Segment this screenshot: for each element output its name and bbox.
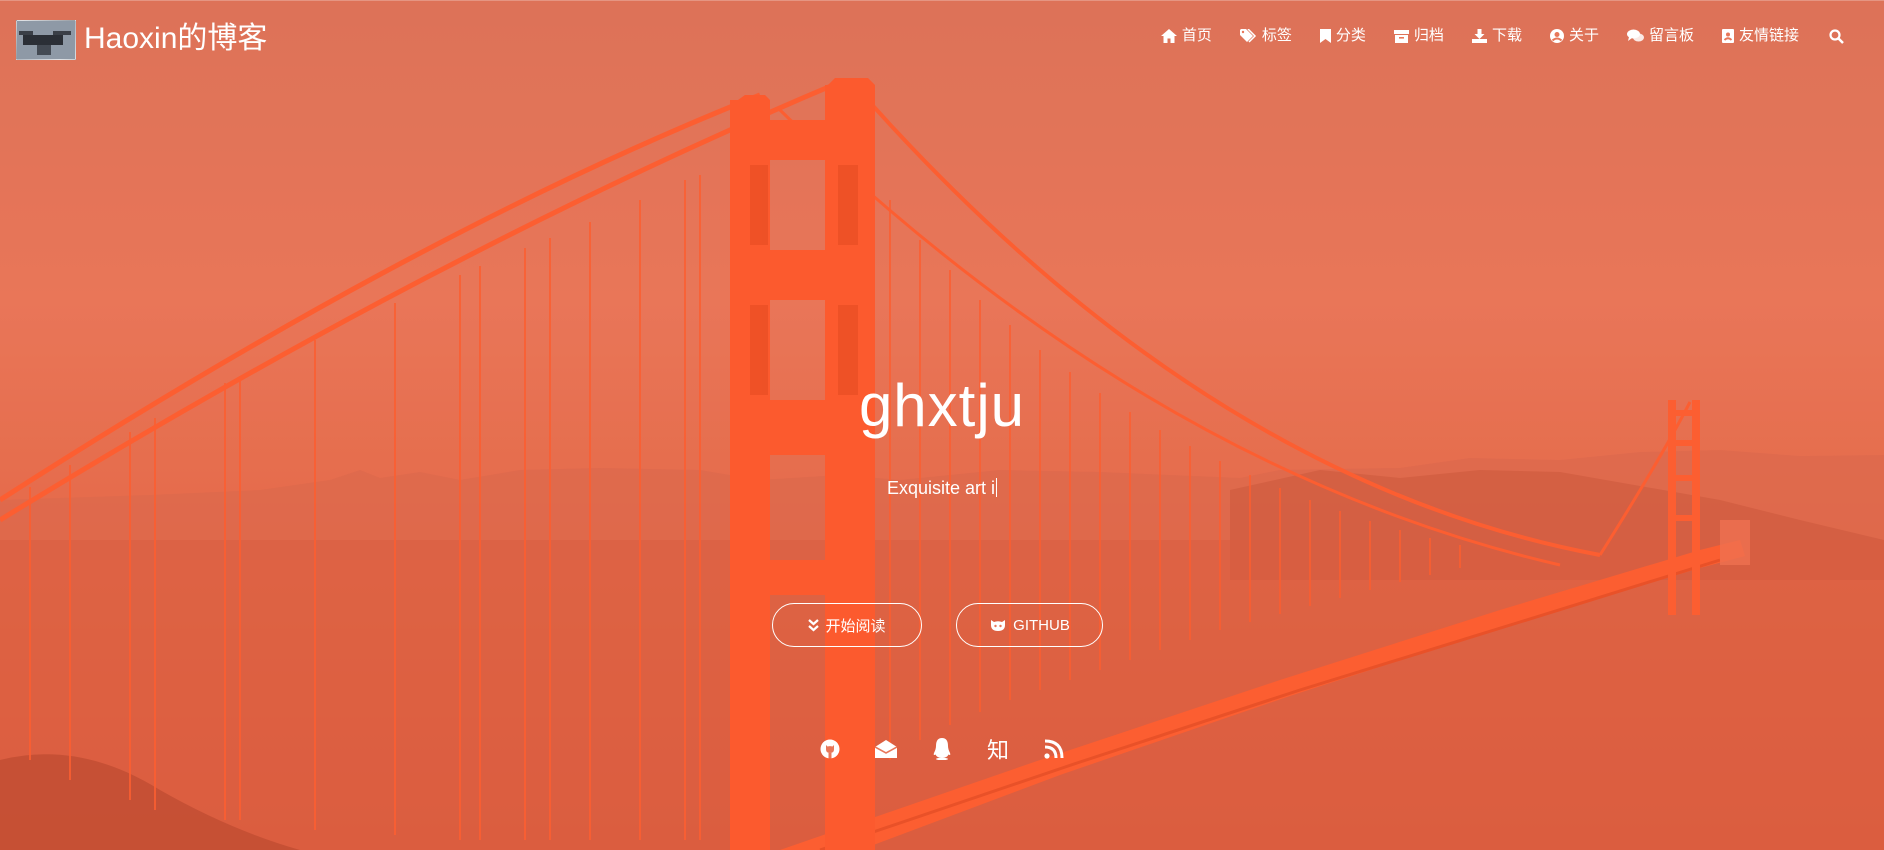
nav-item-guestbook[interactable]: 留言板 [1626,25,1694,47]
download-icon [1471,29,1487,43]
hero-tagline: Exquisite art i [0,476,1884,500]
github-icon [820,739,840,759]
nav-item-download[interactable]: 下载 [1471,25,1522,47]
nav-item-label: 分类 [1335,27,1366,44]
hero-headline: ghxtju [858,372,1026,439]
github-octocat-icon [991,620,1006,631]
qq-link[interactable] [929,735,955,763]
main-nav: 首页 标签 分类 归档 下载 关于 留言板 友情链接 [1133,25,1844,47]
nav-item-label: 友情链接 [1738,27,1799,44]
bookmark-icon [1319,29,1331,43]
nav-item-categories[interactable]: 分类 [1319,25,1366,47]
nav-item-tags[interactable]: 标签 [1239,25,1292,47]
site-logo[interactable] [16,20,76,60]
nav-item-label: 归档 [1413,27,1444,44]
zhihu-link[interactable]: 知 [985,735,1011,763]
qq-icon [933,738,951,760]
start-reading-label: 开始阅读 [825,617,886,635]
zhihu-icon: 知 [986,738,1009,763]
comments-icon [1626,29,1644,42]
nav-item-label: 首页 [1181,27,1212,44]
home-icon [1160,29,1177,43]
archive-icon [1393,29,1409,43]
typing-caret [996,478,998,497]
nav-item-label: 标签 [1261,27,1292,44]
search-button[interactable] [1829,25,1844,47]
social-links: 知 [0,735,1884,763]
site-title[interactable]: Haoxin的博客 [84,21,267,57]
github-label: GITHUB [1013,616,1070,634]
nav-item-archives[interactable]: 归档 [1393,25,1444,47]
tags-icon [1239,29,1256,43]
nav-item-label: 留言板 [1648,27,1694,44]
nav-item-about[interactable]: 关于 [1549,25,1599,47]
top-navigation-bar: Haoxin的博客 首页 标签 分类 归档 下载 关于 留言板 友情链接 [0,0,1884,77]
github-link[interactable] [817,735,843,763]
double-chevron-down-icon [808,618,820,631]
rss-icon [1044,739,1064,759]
email-icon [875,740,897,758]
start-reading-button[interactable]: 开始阅读 [772,603,922,647]
search-icon [1829,28,1844,44]
user-circle-icon [1549,29,1564,43]
email-link[interactable] [873,735,899,763]
address-book-icon [1721,29,1734,43]
nav-item-label: 下载 [1491,27,1522,44]
drone-photo-icon [17,21,75,59]
nav-item-home[interactable]: 首页 [1160,25,1212,47]
nav-item-label: 关于 [1568,27,1599,44]
nav-item-friend-links[interactable]: 友情链接 [1721,25,1799,47]
github-button[interactable]: GITHUB [956,603,1103,647]
typed-text: Exquisite art i [886,478,996,498]
rss-link[interactable] [1041,735,1067,763]
